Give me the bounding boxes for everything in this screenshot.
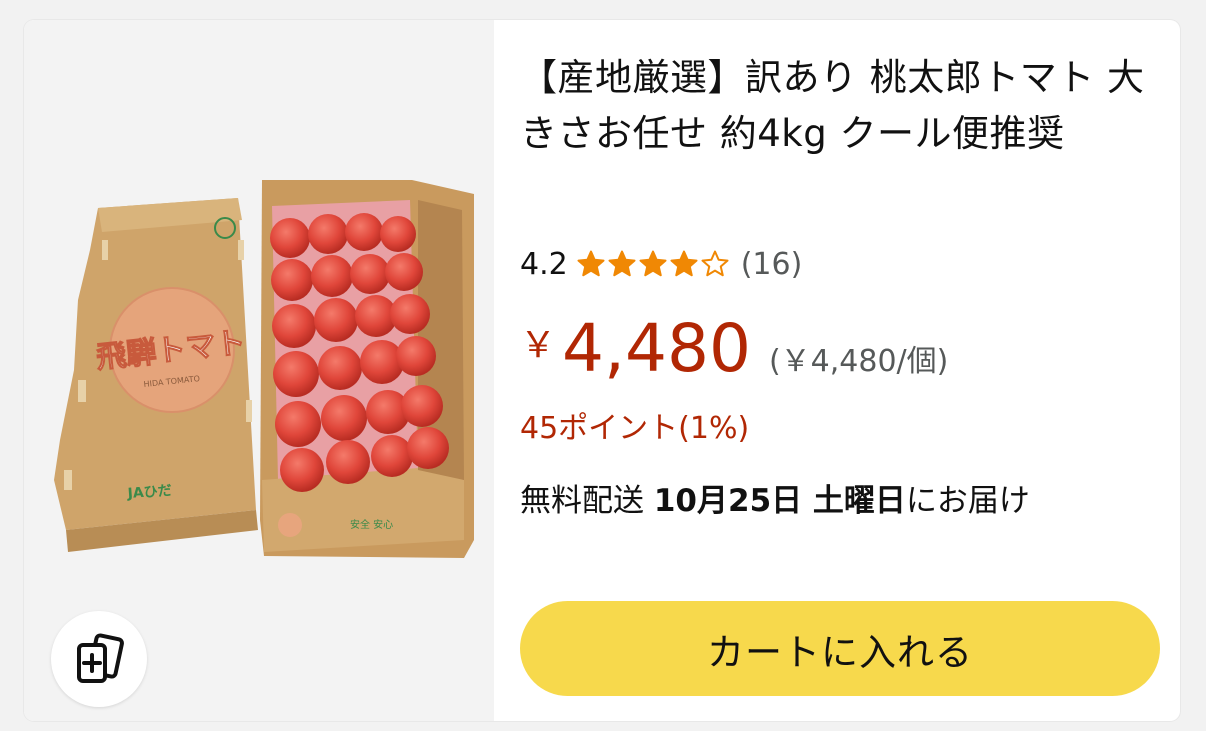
delivery-prefix: 無料配送 xyxy=(520,483,654,519)
delivery-info: 無料配送 10月25日 土曜日にお届け xyxy=(520,475,1030,520)
product-info: 【産地厳選】訳あり 桃太郎トマト 大きさお任せ 約4kg クール便推奨 4.2 … xyxy=(520,20,1160,721)
star-rating[interactable] xyxy=(576,249,731,279)
add-to-cart-button[interactable]: カートに入れる xyxy=(520,601,1160,696)
price: ￥ 4,480 (￥4,480/個) xyxy=(520,310,948,387)
product-card[interactable]: 飛騨トマト HIDA TOMATO JAひだ 安全 安心 【産地厳選】訳あり 桃… xyxy=(24,20,1180,721)
add-to-compare-icon xyxy=(77,633,124,683)
product-image[interactable]: 飛騨トマト HIDA TOMATO JAひだ 安全 安心 xyxy=(50,180,474,562)
star-full-icon xyxy=(639,250,667,277)
star-full-icon xyxy=(670,250,698,277)
delivery-date: 10月25日 土曜日 xyxy=(653,483,906,519)
review-count[interactable]: (16) xyxy=(741,247,803,282)
points-label: 45ポイント(1%) xyxy=(520,411,750,446)
product-image-pane[interactable]: 飛騨トマト HIDA TOMATO JAひだ 安全 安心 xyxy=(24,20,494,721)
price-currency-symbol: ￥ xyxy=(520,325,557,366)
star-full-icon xyxy=(577,250,605,277)
unit-price: (￥4,480/個) xyxy=(768,344,949,379)
delivery-suffix: にお届け xyxy=(905,483,1030,519)
tray-label-text: 安全 安心 xyxy=(350,518,393,531)
box-maker-text: JAひだ xyxy=(126,483,172,502)
rating-value: 4.2 xyxy=(520,246,568,282)
add-to-compare-button[interactable] xyxy=(51,611,147,707)
star-full-icon xyxy=(608,250,636,277)
rating-row[interactable]: 4.2 (16) xyxy=(520,242,802,286)
price-amount: 4,480 xyxy=(562,310,751,387)
product-title[interactable]: 【産地厳選】訳あり 桃太郎トマト 大きさお任せ 約4kg クール便推奨 xyxy=(520,50,1160,162)
star-empty-icon xyxy=(701,250,729,277)
